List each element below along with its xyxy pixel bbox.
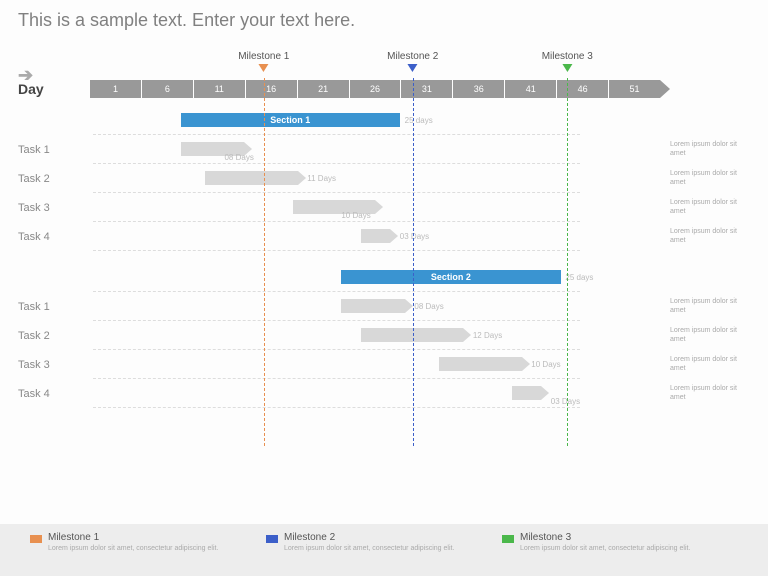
triangle-down-icon bbox=[562, 64, 572, 72]
page-title: This is a sample text. Enter your text h… bbox=[18, 10, 750, 31]
milestone-1: Milestone 1 bbox=[238, 51, 289, 72]
task-row: Task 2 11 Days Lorem ipsum dolor sit ame… bbox=[18, 164, 750, 193]
arrow-right-icon: ➔ bbox=[18, 65, 33, 86]
milestone-2: Milestone 2 bbox=[387, 51, 438, 72]
task-row: Task 1 08 Days Lorem ipsum dolor sit ame… bbox=[18, 292, 750, 321]
swatch-icon bbox=[502, 535, 514, 543]
tick: 11 bbox=[194, 80, 246, 98]
swatch-icon bbox=[266, 535, 278, 543]
task-row: Task 4 03 Days Lorem ipsum dolor sit ame… bbox=[18, 379, 750, 408]
milestone-line-3 bbox=[567, 78, 568, 446]
task-row: Task 4 03 Days Lorem ipsum dolor sit ame… bbox=[18, 222, 750, 251]
tick: 16 bbox=[246, 80, 298, 98]
swatch-icon bbox=[30, 535, 42, 543]
milestone-3: Milestone 3 bbox=[542, 51, 593, 72]
chart-area: Milestone 1 Milestone 2 Milestone 3 ➔Day… bbox=[18, 51, 750, 506]
rows-area: Section 125 days Task 1 08 Days Lorem ip… bbox=[18, 106, 750, 506]
tick: 26 bbox=[350, 80, 402, 98]
tick: 31 bbox=[401, 80, 453, 98]
task-bar bbox=[205, 171, 298, 185]
legend-item: Milestone 3Lorem ipsum dolor sit amet, c… bbox=[502, 532, 738, 568]
legend-item: Milestone 1Lorem ipsum dolor sit amet, c… bbox=[30, 532, 266, 568]
tick: 21 bbox=[298, 80, 350, 98]
milestone-line-1 bbox=[264, 78, 265, 446]
tick: 51 bbox=[609, 80, 660, 98]
tick: 1 bbox=[90, 80, 142, 98]
triangle-down-icon bbox=[259, 64, 269, 72]
task-bar bbox=[512, 386, 541, 400]
task-row: Task 1 08 Days Lorem ipsum dolor sit ame… bbox=[18, 135, 750, 164]
task-row: Task 3 10 Days Lorem ipsum dolor sit ame… bbox=[18, 193, 750, 222]
legend-item: Milestone 2Lorem ipsum dolor sit amet, c… bbox=[266, 532, 502, 568]
tick: 46 bbox=[557, 80, 609, 98]
task-row: Task 3 10 Days Lorem ipsum dolor sit ame… bbox=[18, 350, 750, 379]
section-bar: Section 2 bbox=[341, 270, 560, 284]
triangle-down-icon bbox=[408, 64, 418, 72]
tick: 41 bbox=[505, 80, 557, 98]
task-row: Task 2 12 Days Lorem ipsum dolor sit ame… bbox=[18, 321, 750, 350]
task-bar bbox=[439, 357, 522, 371]
axis-bar: 1 6 11 16 21 26 31 36 41 46 51 bbox=[90, 80, 660, 98]
section-row: Section 125 days bbox=[18, 106, 750, 135]
day-label: ➔Day bbox=[18, 81, 90, 97]
milestone-header: Milestone 1 Milestone 2 Milestone 3 bbox=[98, 51, 660, 76]
task-bar bbox=[341, 299, 404, 313]
section-bar: Section 1 bbox=[181, 113, 400, 127]
section-row: Section 225 days bbox=[18, 263, 750, 292]
gantt-container: This is a sample text. Enter your text h… bbox=[0, 0, 768, 576]
tick: 6 bbox=[142, 80, 194, 98]
milestone-line-2 bbox=[413, 78, 414, 446]
task-bar bbox=[361, 229, 390, 243]
tick: 36 bbox=[453, 80, 505, 98]
axis-row: ➔Day 1 6 11 16 21 26 31 36 41 46 51 bbox=[18, 78, 660, 100]
legend: Milestone 1Lorem ipsum dolor sit amet, c… bbox=[0, 524, 768, 576]
